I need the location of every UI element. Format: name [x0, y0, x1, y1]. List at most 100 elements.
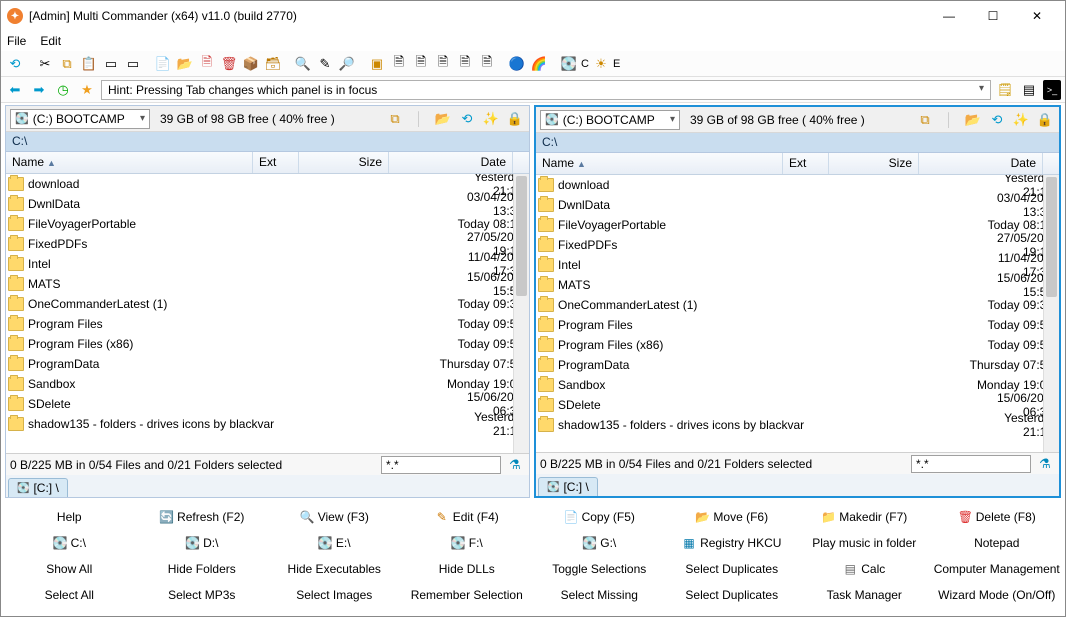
header-size[interactable]: Size	[299, 152, 389, 173]
file-row[interactable]: MATS15/06/2021 15:55	[6, 274, 529, 294]
cut-icon[interactable]: ✂	[35, 54, 55, 74]
drive-c-letter[interactable]: C	[581, 58, 589, 70]
file-row[interactable]: Program FilesToday 09:54	[536, 315, 1059, 335]
header-name[interactable]: Name▲	[536, 153, 783, 174]
command-button[interactable]: 💽D:\	[137, 532, 267, 554]
command-button[interactable]: Show All	[4, 558, 134, 580]
kb-icon[interactable]: ▣	[367, 54, 387, 74]
copy-path-icon[interactable]: ⧉	[915, 110, 935, 130]
header-ext[interactable]: Ext	[253, 152, 299, 173]
doc-icon[interactable]: 🗎	[389, 54, 409, 74]
back-icon[interactable]: ⬅	[5, 80, 25, 100]
up-icon[interactable]: 📂	[963, 110, 983, 130]
file-row[interactable]: shadow135 - folders - drives icons by bl…	[536, 415, 1059, 435]
file-row[interactable]: DwnlData03/04/2021 13:37	[6, 194, 529, 214]
favorite-icon[interactable]: ★	[77, 80, 97, 100]
command-button[interactable]: Hide Executables	[269, 558, 399, 580]
menu-file[interactable]: File	[7, 34, 26, 48]
panel-tab[interactable]: 💽[C:] \	[538, 477, 598, 496]
drive-selector[interactable]: 💽(C:) BOOTCAMP▾	[540, 110, 680, 130]
copy-icon[interactable]: ⧉	[57, 54, 77, 74]
file-row[interactable]: MATS15/06/2021 15:55	[536, 275, 1059, 295]
command-button[interactable]: Select Duplicates	[667, 584, 797, 606]
filter-input[interactable]	[381, 456, 501, 474]
menu-edit[interactable]: Edit	[40, 34, 61, 48]
command-button[interactable]: 📂Move (F6)	[667, 506, 797, 528]
wand-icon[interactable]: ✨	[481, 109, 501, 129]
copy-path-icon[interactable]: ⧉	[385, 109, 405, 129]
command-button[interactable]: Wizard Mode (On/Off)	[932, 584, 1062, 606]
doc-icon-5[interactable]: 🗎	[477, 54, 497, 74]
file-list[interactable]: downloadYesterday 21:15DwnlData03/04/202…	[6, 174, 529, 453]
command-button[interactable]: 💽G:\	[534, 532, 664, 554]
command-button[interactable]: Notepad	[932, 532, 1062, 554]
command-button[interactable]: 🔄Refresh (F2)	[137, 506, 267, 528]
tool-icon-2[interactable]: 📂	[175, 54, 195, 74]
pack-icon[interactable]: 📦	[241, 54, 261, 74]
reload-icon[interactable]: ⟲	[987, 110, 1007, 130]
header-name[interactable]: Name▲	[6, 152, 253, 173]
command-button[interactable]: 📄Copy (F5)	[534, 506, 664, 528]
up-icon[interactable]: 📂	[433, 109, 453, 129]
lock-icon[interactable]: 🔒	[505, 109, 525, 129]
file-row[interactable]: shadow135 - folders - drives icons by bl…	[6, 414, 529, 434]
tool-icon-4[interactable]: 🗑	[219, 54, 239, 74]
command-button[interactable]: 🗑Delete (F8)	[932, 506, 1062, 528]
file-row[interactable]: DwnlData03/04/2021 13:37	[536, 195, 1059, 215]
command-button[interactable]: 💽E:\	[269, 532, 399, 554]
file-row[interactable]: ProgramDataThursday 07:55	[536, 355, 1059, 375]
tool-icon[interactable]: 📄	[153, 54, 173, 74]
header-size[interactable]: Size	[829, 153, 919, 174]
header-date[interactable]: Date	[919, 153, 1043, 174]
command-button[interactable]: Computer Management	[932, 558, 1062, 580]
panel-tab[interactable]: 💽[C:] \	[8, 478, 68, 497]
command-button[interactable]: Select MP3s	[137, 584, 267, 606]
maximize-button[interactable]: ☐	[971, 2, 1015, 30]
command-button[interactable]: ▦Registry HKCU	[667, 532, 797, 554]
list-icon[interactable]: ▤	[1019, 80, 1039, 100]
doc-icon-2[interactable]: 🗎	[411, 54, 431, 74]
command-button[interactable]: Select Missing	[534, 584, 664, 606]
filter-icon[interactable]: ⚗	[1035, 454, 1055, 474]
rainbow-icon[interactable]: 🌈	[529, 54, 549, 74]
header-date[interactable]: Date	[389, 152, 513, 173]
file-row[interactable]: Program FilesToday 09:54	[6, 314, 529, 334]
minimize-button[interactable]: —	[927, 2, 971, 30]
doc-icon-3[interactable]: 🗎	[433, 54, 453, 74]
forward-icon[interactable]: ➡	[29, 80, 49, 100]
command-button[interactable]: Play music in folder	[799, 532, 929, 554]
filter-icon[interactable]: ⚗	[505, 455, 525, 475]
file-row[interactable]: OneCommanderLatest (1)Today 09:34	[536, 295, 1059, 315]
tool-icon-3[interactable]: 🗎	[197, 54, 217, 74]
command-button[interactable]: ✎Edit (F4)	[402, 506, 532, 528]
scrollbar[interactable]	[513, 174, 529, 453]
filter-input[interactable]	[911, 455, 1031, 473]
header-ext[interactable]: Ext	[783, 153, 829, 174]
address-hint[interactable]: Hint: Pressing Tab changes which panel i…	[101, 80, 991, 100]
command-button[interactable]: Toggle Selections	[534, 558, 664, 580]
command-button[interactable]: Remember Selection	[402, 584, 532, 606]
color-icon[interactable]: 🔵	[507, 54, 527, 74]
scroll-thumb[interactable]	[1046, 177, 1057, 297]
file-row[interactable]: OneCommanderLatest (1)Today 09:34	[6, 294, 529, 314]
scrollbar[interactable]	[1043, 175, 1059, 452]
terminal-icon[interactable]: >_	[1043, 80, 1061, 100]
paste-icon[interactable]: 📋	[79, 54, 99, 74]
lock-icon[interactable]: 🔒	[1035, 110, 1055, 130]
doc-icon-4[interactable]: 🗎	[455, 54, 475, 74]
close-button[interactable]: ✕	[1015, 2, 1059, 30]
drive-e-icon[interactable]: ☀	[591, 54, 611, 74]
search-icon[interactable]: 🔎	[337, 54, 357, 74]
command-button[interactable]: 💽F:\	[402, 532, 532, 554]
command-button[interactable]: Select Images	[269, 584, 399, 606]
command-button[interactable]: Select Duplicates	[667, 558, 797, 580]
deselect-icon[interactable]: ▭	[123, 54, 143, 74]
file-row[interactable]: ProgramDataThursday 07:55	[6, 354, 529, 374]
path-bar[interactable]: C:\	[6, 132, 529, 152]
drive-selector[interactable]: 💽(C:) BOOTCAMP▾	[10, 109, 150, 129]
wand-icon[interactable]: ✨	[1011, 110, 1031, 130]
command-button[interactable]: ▤Calc	[799, 558, 929, 580]
view-icon[interactable]: 🔍	[293, 54, 313, 74]
notepad-icon[interactable]: 🗒	[995, 80, 1015, 100]
file-list[interactable]: downloadYesterday 21:15DwnlData03/04/202…	[536, 175, 1059, 452]
